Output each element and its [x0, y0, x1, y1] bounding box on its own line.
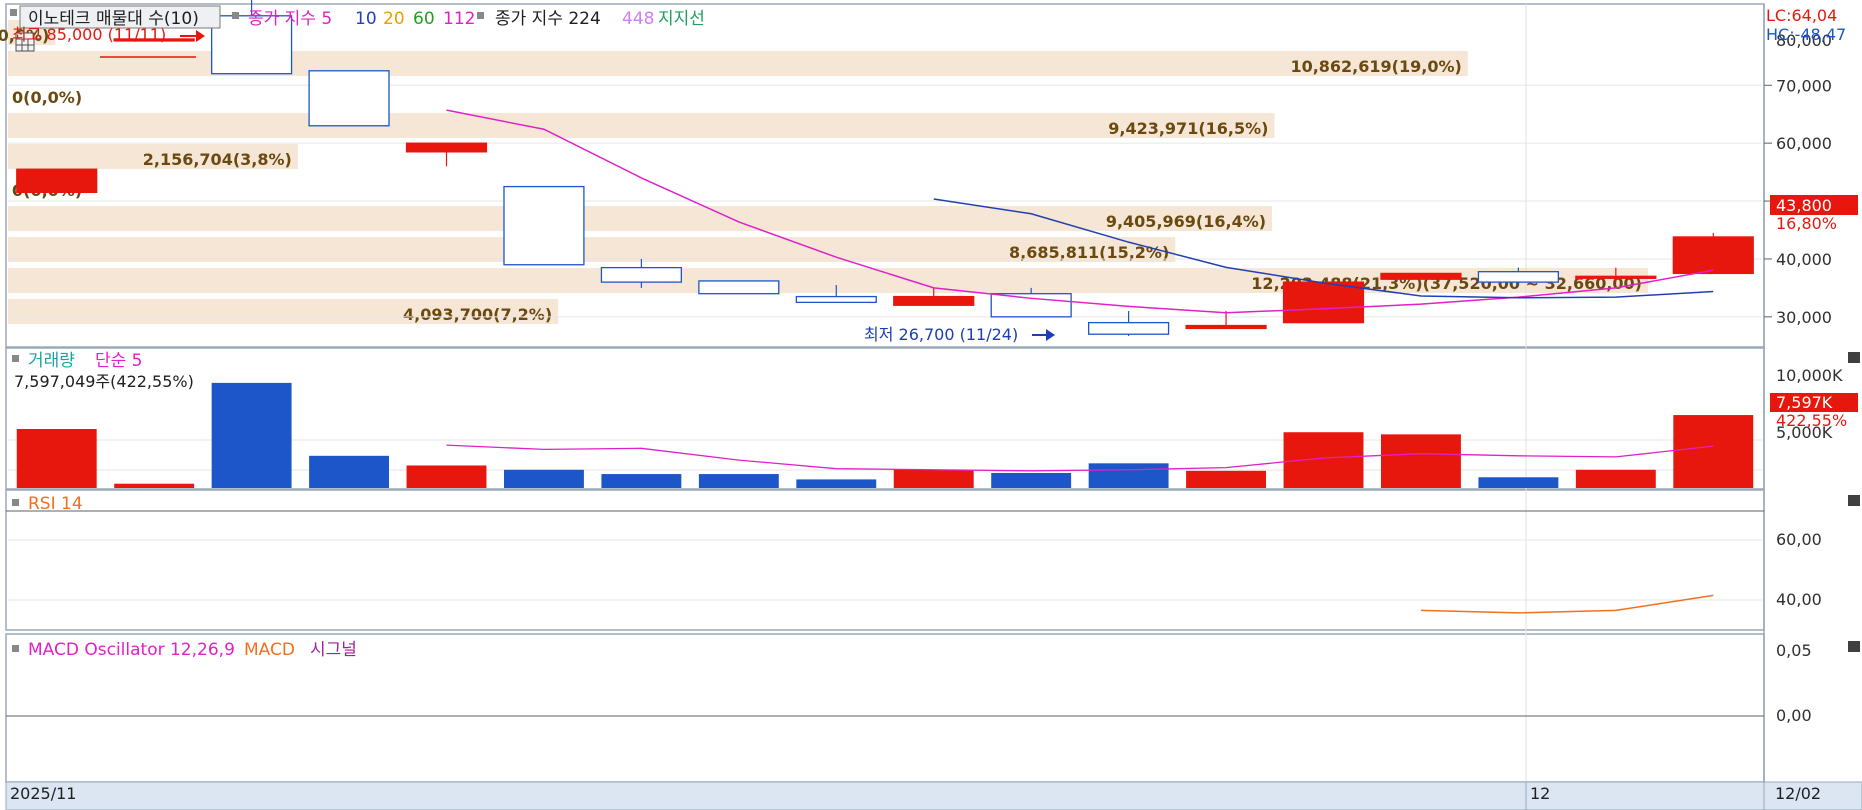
legend-square-icon [232, 12, 239, 19]
ma5-label[interactable]: 종가 지수 5 [248, 9, 332, 29]
candle-body [990, 293, 1072, 318]
volume-tick-10000k: 10,000K [1776, 366, 1843, 385]
volume-bar [991, 472, 1072, 488]
price-tick-label: 70,000 [1776, 76, 1832, 95]
legend-square-icon [12, 355, 19, 362]
volume-bar [503, 469, 584, 488]
volume-current: 7,597K [1776, 393, 1833, 412]
candle-body [1672, 236, 1754, 275]
volume-bar [1478, 477, 1559, 488]
volume-bar [309, 455, 390, 488]
volume-bar [796, 479, 877, 488]
profile-label: 0(0,0%) [12, 88, 82, 107]
volume-bar [1186, 470, 1267, 488]
volume-bar [601, 474, 682, 488]
macd-tick-0: 0,00 [1776, 706, 1812, 725]
lc-label: LC:64,04 [1766, 6, 1837, 25]
profile-label: 9,405,969(16,4%) [1106, 212, 1266, 231]
ma20-label[interactable]: 20 [383, 9, 405, 29]
stock-chart-window: 351,757(0,6%)10,862,619(19,0%)0(0,0%)9,4… [0, 0, 1862, 810]
legend-square-icon [10, 9, 17, 16]
volume-bar [211, 382, 292, 488]
volume-bar [893, 469, 974, 488]
candle-body [1575, 275, 1657, 279]
ma448-label[interactable]: 448 [622, 9, 654, 29]
macd-title[interactable]: MACD Oscillator 12,26,9 [28, 640, 235, 660]
chart-canvas[interactable]: 351,757(0,6%)10,862,619(19,0%)0(0,0%)9,4… [0, 0, 1862, 810]
volume-bar [1673, 415, 1754, 488]
ma112-label[interactable]: 112 [443, 9, 475, 29]
date-left: 2025/11 [10, 784, 76, 803]
candle-body [503, 185, 585, 266]
candle-body [1088, 321, 1170, 335]
signal-label[interactable]: 시그널 [310, 640, 357, 660]
volume-bar [114, 483, 195, 488]
rsi-tick-40: 40,00 [1776, 590, 1822, 609]
candle-body [1282, 281, 1365, 324]
price-tick-label: 60,000 [1776, 134, 1832, 153]
candle-body [1185, 324, 1267, 330]
candle-body [600, 266, 682, 283]
legend-square-icon [12, 645, 19, 652]
volume-bar [698, 474, 779, 488]
high-annotation: 최고 85,000 (11/11) [12, 25, 166, 44]
profile-label: 10,862,619(19,0%) [1290, 57, 1461, 76]
volume-bar [16, 429, 97, 488]
date-axis-bar[interactable] [5, 781, 1862, 810]
macd-tick-0-05: 0,05 [1776, 641, 1812, 660]
current-price: 43,800 [1776, 196, 1832, 215]
candle-body [308, 70, 390, 127]
volume-bar [406, 465, 487, 488]
candle-body [1380, 272, 1462, 280]
macd-panel-close-icon[interactable] [1848, 641, 1860, 652]
hc-label: HC:-48,47 [1766, 25, 1846, 44]
volume-bar [1380, 434, 1461, 488]
date-mid: 12 [1530, 784, 1550, 803]
volume-bar [1088, 463, 1169, 488]
profile-band [8, 113, 1275, 138]
price-tick-label: 30,000 [1776, 308, 1832, 327]
profile-label: 2,156,704(3,8%) [143, 150, 292, 169]
volume-ma-label[interactable]: 단순 5 [95, 351, 143, 371]
volume-info: 7,597,049주(422,55%) [14, 372, 194, 391]
candle-body [405, 142, 488, 153]
ma10-label[interactable]: 10 [355, 9, 377, 29]
profile-label: 4,093,700(7,2%) [403, 305, 552, 324]
candle-body [698, 280, 780, 295]
low-annotation: 최저 26,700 (11/24) [864, 325, 1018, 344]
volume-bar [1575, 469, 1656, 488]
candle-body [795, 295, 877, 304]
rsi-tick-60: 60,00 [1776, 530, 1822, 549]
legend-square-icon [477, 12, 484, 19]
volume-title[interactable]: 거래량 [28, 351, 75, 371]
date-right: 12/02 [1775, 784, 1821, 803]
price-tick-label: 40,000 [1776, 250, 1832, 269]
volume-panel-close-icon[interactable] [1848, 352, 1860, 363]
ma224-label[interactable]: 종가 지수 224 [495, 9, 601, 29]
legend-square-icon [12, 499, 19, 506]
ma60-label[interactable]: 60 [413, 9, 435, 29]
profile-band [8, 206, 1273, 231]
profile-label: 9,423,971(16,5%) [1108, 119, 1268, 138]
candle-body [1477, 271, 1559, 283]
volume-pct: 422,55% [1776, 411, 1847, 430]
support-label[interactable]: 지지선 [658, 9, 705, 29]
candle-body [16, 168, 98, 194]
macd-label[interactable]: MACD [244, 640, 295, 660]
rsi-panel-close-icon[interactable] [1848, 495, 1860, 506]
candle-body [893, 295, 975, 306]
profile-band [8, 237, 1176, 262]
current-pct: 16,80% [1776, 214, 1837, 233]
